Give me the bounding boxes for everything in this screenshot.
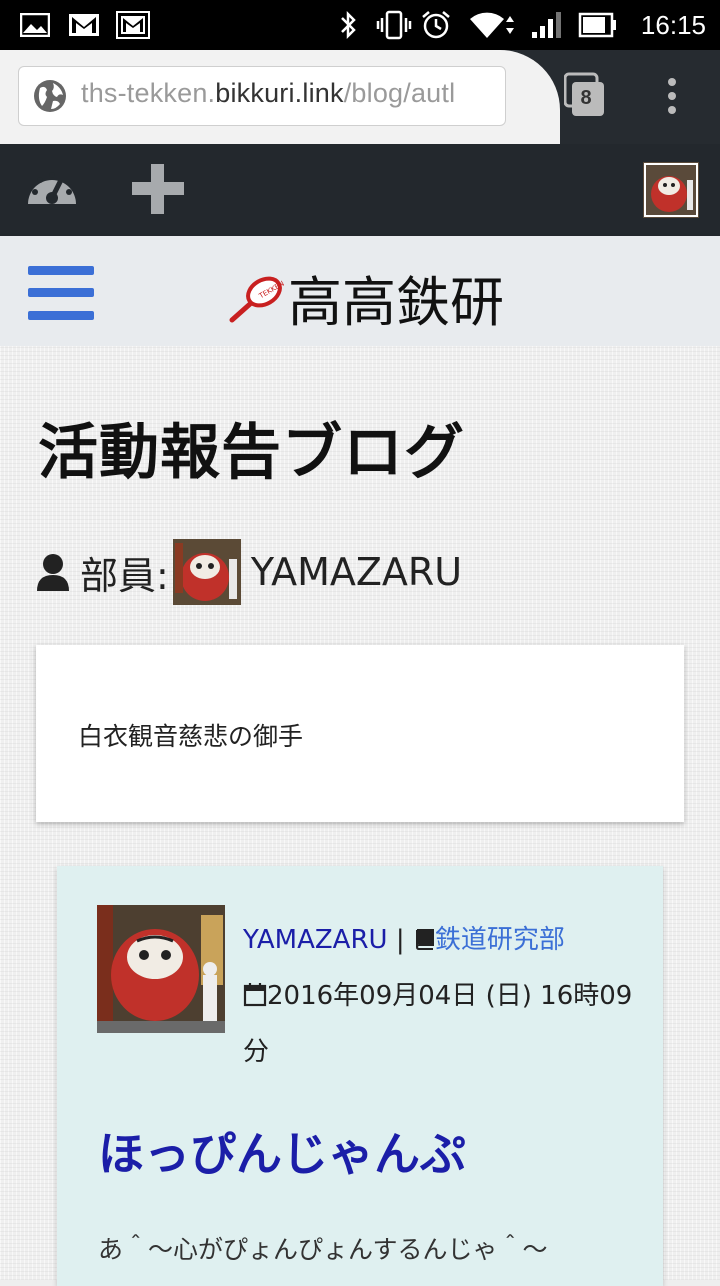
post-category-link[interactable]: 鉄道研究部	[435, 925, 565, 955]
user-icon	[37, 554, 69, 591]
signal-icon	[530, 10, 566, 40]
status-bar: 16:15	[0, 0, 720, 50]
bluetooth-icon	[338, 10, 358, 40]
post-byline: YAMAZARU | 鉄道研究部	[243, 912, 643, 968]
browser-toolbar: ths-tekken.bikkuri.link/blog/autl 8	[0, 50, 720, 144]
vibrate-icon	[376, 10, 412, 40]
post-title-link[interactable]: ほっぴんじゃんぷ	[98, 1118, 466, 1184]
url-text: ths-tekken.bikkuri.link/blog/autl	[81, 78, 456, 108]
avatar	[172, 539, 241, 605]
avatar[interactable]	[643, 162, 699, 218]
author-bio: 白衣観音慈悲の御手	[78, 722, 304, 751]
overflow-menu-icon[interactable]	[662, 76, 682, 116]
book-icon	[415, 929, 434, 950]
post-date-line: 2016年09月04日 (日) 16時09分	[243, 968, 643, 1080]
post-excerpt: あ＾～心がぴょんぴょんするんじゃ＾～	[98, 1235, 548, 1264]
author-bio-card: 白衣観音慈悲の御手	[36, 645, 684, 822]
avatar[interactable]	[97, 905, 225, 1033]
hamburger-menu-icon[interactable]	[28, 266, 94, 320]
active-tab: ths-tekken.bikkuri.link/blog/autl	[0, 50, 560, 144]
author-header: 部員: YAMAZARU	[36, 538, 462, 606]
page-title: 活動報告ブログ	[38, 418, 465, 488]
url-bar[interactable]: ths-tekken.bikkuri.link/blog/autl	[18, 66, 506, 126]
post-meta: YAMAZARU | 鉄道研究部 2016年09月04日 (日) 16時09分	[243, 912, 643, 1080]
post-date: 2016年09月04日 (日) 16時09分	[243, 981, 633, 1067]
post-author-link[interactable]: YAMAZARU	[243, 925, 388, 955]
clock: 16:15	[640, 10, 706, 40]
image-icon	[20, 10, 50, 40]
battery-icon	[578, 10, 618, 40]
calendar-icon	[243, 983, 267, 1007]
magnifier-logo-icon: TEKKEN	[229, 276, 284, 323]
gmail-icon	[68, 10, 100, 40]
site-title[interactable]: 高高鉄研	[288, 258, 504, 337]
author-label: 部員:	[80, 553, 169, 598]
dashboard-icon[interactable]	[24, 164, 80, 210]
wifi-icon	[468, 10, 518, 40]
meta-separator: |	[387, 925, 413, 955]
admin-bar	[0, 144, 720, 236]
tab-count: 8	[580, 87, 592, 109]
gmail-icon	[116, 10, 150, 40]
site-header: TEKKEN 高高鉄研	[0, 236, 720, 346]
author-name: YAMAZARU	[250, 550, 463, 594]
globe-icon	[34, 80, 66, 112]
alarm-icon	[420, 10, 452, 40]
plus-icon[interactable]	[130, 162, 186, 216]
